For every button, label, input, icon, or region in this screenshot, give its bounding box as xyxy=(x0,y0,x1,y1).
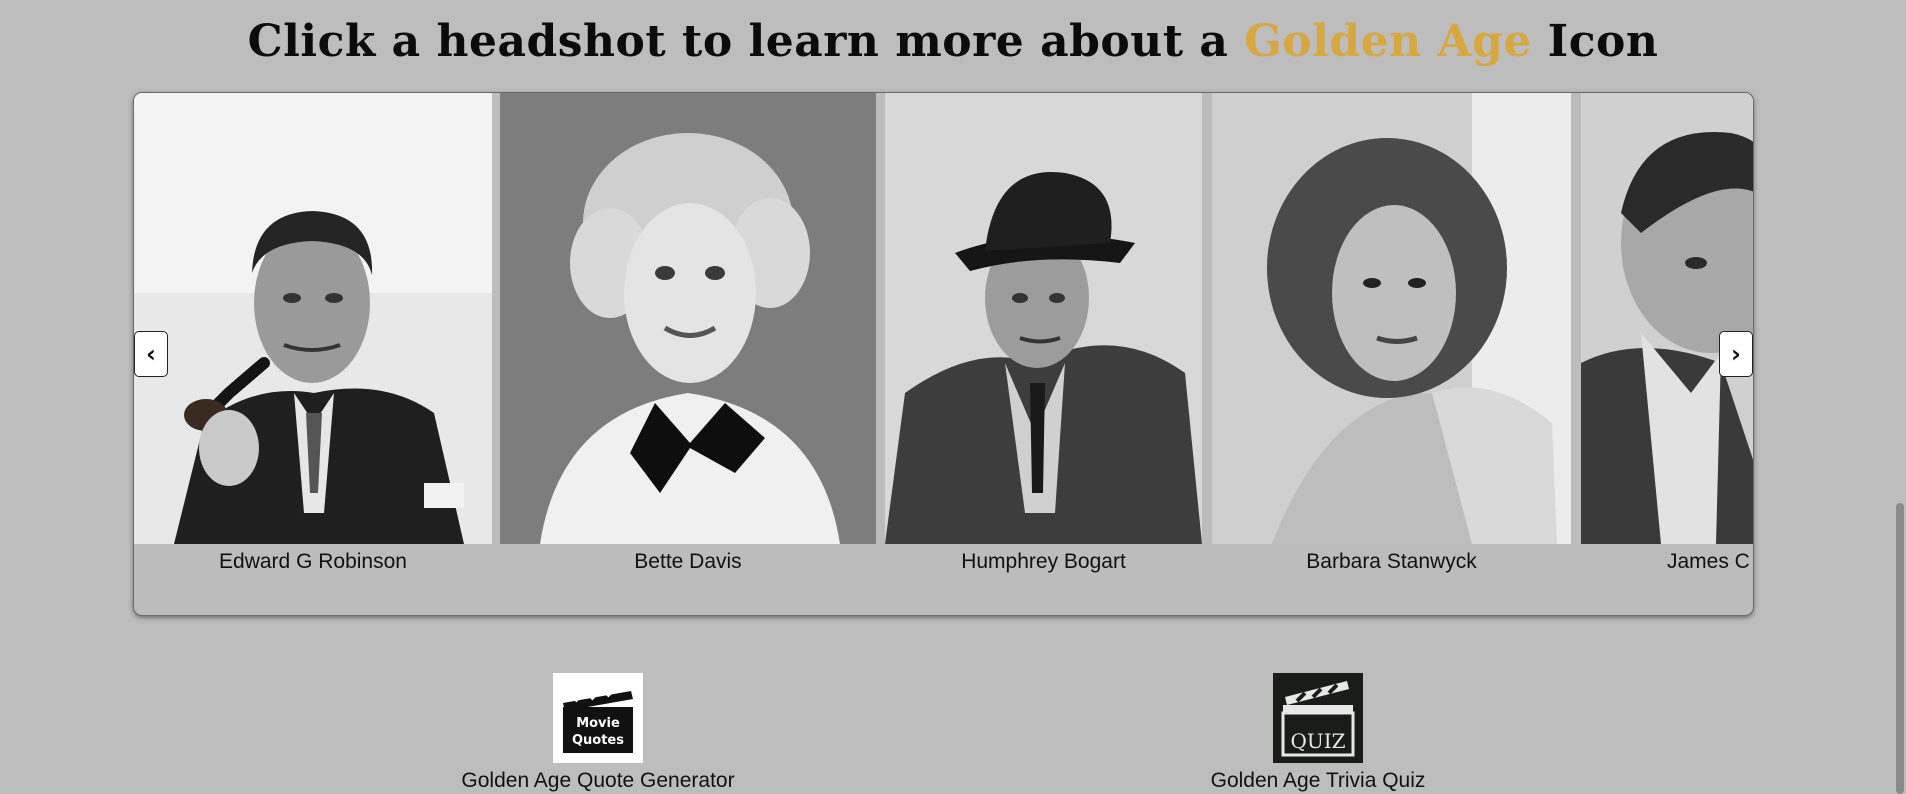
page-scrollbar[interactable] xyxy=(1894,0,1906,794)
clapperboard-movie-quotes-icon[interactable]: Movie Quotes xyxy=(553,673,643,763)
chevron-left-icon: ‹ xyxy=(146,340,156,368)
headshot-name[interactable]: Humphrey Bogart xyxy=(885,550,1202,574)
quote-generator-link[interactable]: Movie Quotes Golden Age Quote Generator xyxy=(443,673,753,793)
headshot-card-humphrey-bogart[interactable]: Humphrey Bogart xyxy=(885,93,1202,615)
woman-with-curls-portrait-icon xyxy=(1212,93,1571,544)
man-with-pipe-portrait-icon xyxy=(134,93,492,544)
headshot-name[interactable]: Barbara Stanwyck xyxy=(1212,550,1571,574)
headshot-card-barbara-stanwyck[interactable]: Barbara Stanwyck xyxy=(1212,93,1571,615)
headshot-photo[interactable] xyxy=(1212,93,1571,544)
headshot-photo[interactable] xyxy=(1581,93,1753,544)
carousel-track: Edward G Robinson Bette Davis Humphrey B… xyxy=(134,93,1753,615)
woman-with-bow-portrait-icon xyxy=(500,93,876,544)
trivia-quiz-link[interactable]: QUIZ Golden Age Trivia Quiz xyxy=(1163,673,1473,793)
clapperboard-quiz-icon[interactable]: QUIZ xyxy=(1273,673,1363,763)
headshot-card-edward-g-robinson[interactable]: Edward G Robinson xyxy=(134,93,492,615)
headshot-name[interactable]: Edward G Robinson xyxy=(134,550,492,574)
heading-prefix: Click a headshot to learn more about a xyxy=(247,16,1245,67)
headshot-photo[interactable] xyxy=(134,93,492,544)
heading-accent: Golden Age xyxy=(1244,16,1532,67)
headshot-photo[interactable] xyxy=(500,93,876,544)
heading-suffix: Icon xyxy=(1531,16,1659,67)
headshot-name[interactable]: Bette Davis xyxy=(500,550,876,574)
quote-generator-label[interactable]: Golden Age Quote Generator xyxy=(443,769,753,793)
page-heading: Click a headshot to learn more about a G… xyxy=(0,16,1906,67)
man-in-fedora-portrait-icon xyxy=(885,93,1202,544)
headshot-photo[interactable] xyxy=(885,93,1202,544)
icon-text-quiz: QUIZ xyxy=(1290,729,1345,753)
trivia-quiz-label[interactable]: Golden Age Trivia Quiz xyxy=(1163,769,1473,793)
icon-text-movie: Movie xyxy=(576,716,620,731)
scrollbar-thumb[interactable] xyxy=(1896,503,1904,794)
headshot-carousel: Edward G Robinson Bette Davis Humphrey B… xyxy=(134,93,1753,615)
carousel-next-button[interactable]: › xyxy=(1719,331,1753,377)
headshot-card-bette-davis[interactable]: Bette Davis xyxy=(500,93,876,615)
man-in-suit-portrait-icon xyxy=(1581,93,1753,544)
icon-text-quotes: Quotes xyxy=(572,733,624,748)
carousel-prev-button[interactable]: ‹ xyxy=(134,331,168,377)
chevron-right-icon: › xyxy=(1731,340,1741,368)
headshot-name[interactable]: James C xyxy=(1581,550,1753,574)
